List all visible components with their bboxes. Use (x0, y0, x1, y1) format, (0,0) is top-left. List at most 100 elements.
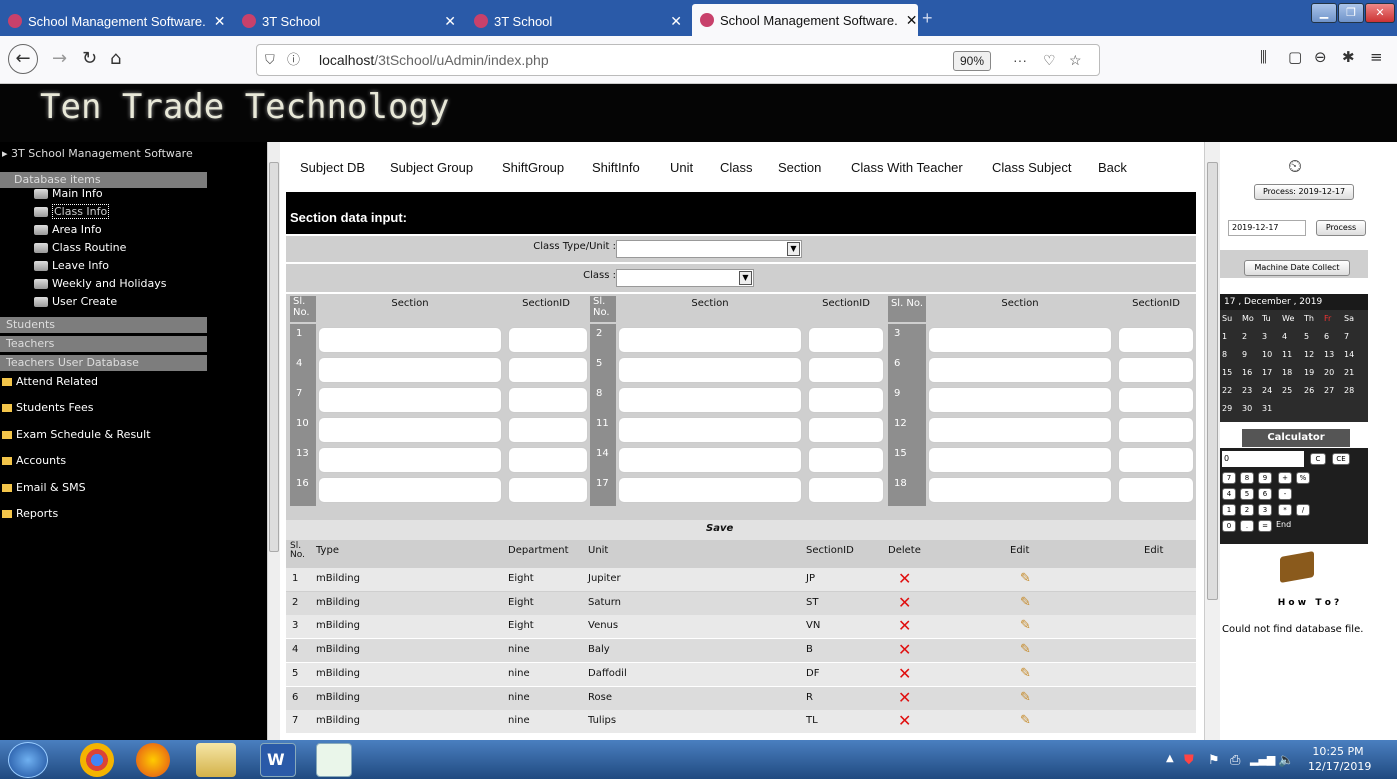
section-name-input[interactable] (618, 447, 802, 473)
calc-key[interactable]: 6 (1258, 488, 1272, 500)
sidebar-folder-email-sms[interactable]: Email & SMS (2, 480, 86, 496)
process-button[interactable]: Process (1316, 220, 1366, 236)
edit-pencil-icon[interactable]: ✎ (1020, 690, 1031, 705)
flag-tray-icon[interactable]: ⚑ (1208, 753, 1220, 768)
calendar-day[interactable]: 10 (1262, 350, 1272, 359)
sidebar-toggle-icon[interactable]: ▢ (1288, 48, 1302, 66)
sidebar-item-class-routine[interactable]: Class Routine (0, 240, 126, 256)
delete-icon[interactable]: ✕ (898, 688, 911, 707)
section-id-input[interactable] (1118, 327, 1194, 353)
hamburger-menu-icon[interactable]: ≡ (1370, 48, 1383, 66)
delete-icon[interactable]: ✕ (898, 593, 911, 612)
section-id-input[interactable] (808, 417, 884, 443)
calendar-day[interactable]: 30 (1242, 404, 1252, 413)
delete-icon[interactable]: ✕ (898, 569, 911, 588)
calendar-day[interactable]: 21 (1344, 368, 1354, 377)
section-id-input[interactable] (508, 447, 588, 473)
edit-pencil-icon[interactable]: ✎ (1020, 642, 1031, 657)
calendar-day[interactable]: 23 (1242, 386, 1252, 395)
calendar-day[interactable]: 8 (1222, 350, 1227, 359)
calendar-day[interactable]: 22 (1222, 386, 1232, 395)
info-icon[interactable]: ⓘ (287, 45, 300, 75)
calendar-day[interactable]: 13 (1324, 350, 1334, 359)
sidebar-group-teachers[interactable]: Teachers (0, 336, 207, 352)
sidebar-folder-fees[interactable]: Students Fees (2, 400, 94, 416)
printer-tray-icon[interactable]: ⎙ (1230, 753, 1240, 768)
section-id-input[interactable] (808, 477, 884, 503)
calc-key[interactable]: 0 (1222, 520, 1236, 532)
calendar-day[interactable]: 3 (1262, 332, 1267, 341)
section-name-input[interactable] (928, 387, 1112, 413)
calendar-day[interactable]: 19 (1304, 368, 1314, 377)
section-name-input[interactable] (928, 447, 1112, 473)
main-scrollbar[interactable] (1204, 142, 1220, 740)
section-id-input[interactable] (808, 387, 884, 413)
delete-icon[interactable]: ✕ (898, 616, 911, 635)
calc-key-c[interactable]: C (1310, 453, 1326, 465)
clock[interactable]: 10:25 PM 12/17/2019 (1308, 744, 1371, 774)
sidebar-item-class-info[interactable]: Class Info (0, 204, 110, 220)
section-name-input[interactable] (618, 477, 802, 503)
menu-unit[interactable]: Unit (670, 160, 693, 175)
section-name-input[interactable] (318, 327, 502, 353)
calendar-day[interactable]: 2 (1242, 332, 1247, 341)
sidebar-item-area-info[interactable]: Area Info (0, 222, 102, 238)
file-explorer-icon[interactable] (196, 743, 236, 777)
calc-key[interactable]: 5 (1240, 488, 1254, 500)
calc-key-ce[interactable]: CE (1332, 453, 1350, 465)
how-to-label[interactable]: H o w T o ? (1220, 598, 1397, 608)
date-input[interactable]: 2019-12-17 (1228, 220, 1306, 236)
project-icon[interactable] (316, 743, 352, 777)
start-button[interactable] (8, 742, 48, 778)
calendar-day[interactable]: 24 (1262, 386, 1272, 395)
close-tab-icon[interactable]: ✕ (662, 13, 682, 30)
calc-key[interactable]: 7 (1222, 472, 1236, 484)
signal-tray-icon[interactable]: ▂▄▆ (1250, 753, 1275, 766)
scrollbar-thumb[interactable] (269, 162, 279, 552)
home-icon[interactable]: ⌂ (110, 48, 121, 69)
edit-pencil-icon[interactable]: ✎ (1020, 571, 1031, 586)
library-icon[interactable]: ⫼ (1260, 48, 1267, 66)
section-name-input[interactable] (318, 417, 502, 443)
section-id-input[interactable] (808, 357, 884, 383)
bookmark-star-icon[interactable]: ☆ (1069, 45, 1082, 75)
section-id-input[interactable] (508, 477, 588, 503)
calc-key[interactable]: 3 (1258, 504, 1272, 516)
calendar-day[interactable]: 18 (1282, 368, 1292, 377)
forward-icon[interactable]: → (52, 48, 67, 69)
section-id-input[interactable] (1118, 477, 1194, 503)
calendar-day[interactable]: 9 (1242, 350, 1247, 359)
menu-shift-group[interactable]: ShiftGroup (502, 160, 564, 175)
account-icon[interactable]: ⊖ (1314, 48, 1327, 66)
calendar-day[interactable]: 4 (1282, 332, 1287, 341)
sidebar-item-user-create[interactable]: User Create (0, 294, 117, 310)
calendar-day[interactable]: 15 (1222, 368, 1232, 377)
edit-pencil-icon[interactable]: ✎ (1020, 618, 1031, 633)
sidebar-root[interactable]: ▸ 3T School Management Software (2, 146, 193, 162)
menu-class[interactable]: Class (720, 160, 753, 175)
calendar-day[interactable]: 28 (1344, 386, 1354, 395)
menu-subject-db[interactable]: Subject DB (300, 160, 365, 175)
section-id-input[interactable] (808, 447, 884, 473)
calendar-day[interactable]: 29 (1222, 404, 1232, 413)
section-name-input[interactable] (318, 357, 502, 383)
volume-tray-icon[interactable]: 🔈 (1278, 753, 1294, 768)
section-id-input[interactable] (808, 327, 884, 353)
menu-section[interactable]: Section (778, 160, 821, 175)
sidebar-group-students[interactable]: Students (0, 317, 207, 333)
calendar-day[interactable]: 27 (1324, 386, 1334, 395)
calendar-day[interactable]: 12 (1304, 350, 1314, 359)
section-id-input[interactable] (508, 357, 588, 383)
tab-1[interactable]: School Management Software. ✕ (0, 6, 232, 36)
pocket-icon[interactable]: ♡ (1043, 45, 1056, 75)
calc-key[interactable]: - (1278, 488, 1292, 500)
calc-key[interactable]: 1 (1222, 504, 1236, 516)
edit-pencil-icon[interactable]: ✎ (1020, 595, 1031, 610)
section-name-input[interactable] (928, 357, 1112, 383)
sidebar-item-weekly-holidays[interactable]: Weekly and Holidays (0, 276, 166, 292)
section-name-input[interactable] (618, 417, 802, 443)
tab-4-active[interactable]: School Management Software. ✕ (692, 4, 918, 36)
minimize-button[interactable]: ▁ (1311, 3, 1337, 23)
calendar-day[interactable]: 31 (1262, 404, 1272, 413)
calc-key[interactable]: * (1278, 504, 1292, 516)
